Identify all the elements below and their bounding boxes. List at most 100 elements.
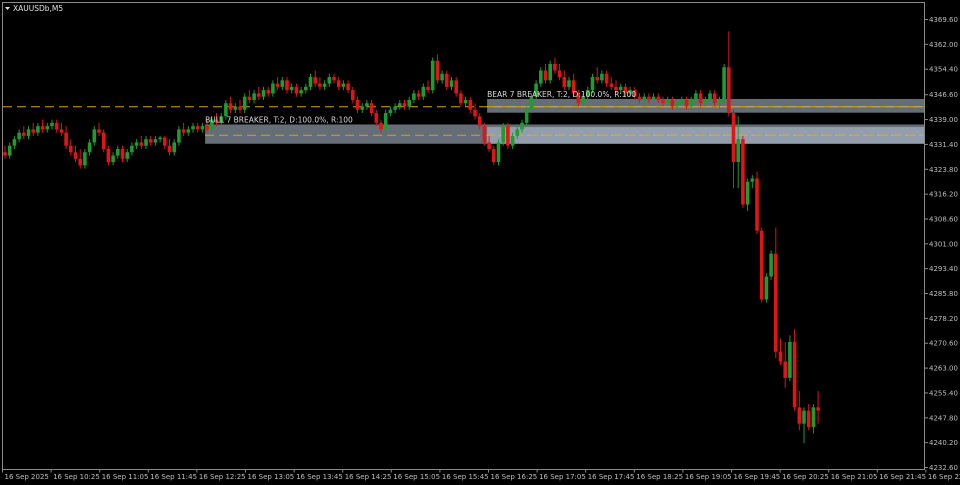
candle-body bbox=[257, 93, 261, 97]
candle-body bbox=[322, 83, 327, 87]
candle-body bbox=[562, 77, 567, 87]
candle-body bbox=[783, 361, 787, 378]
candle-body bbox=[36, 126, 40, 133]
candle-body bbox=[130, 145, 134, 153]
candle-body bbox=[346, 83, 350, 91]
candle-body bbox=[520, 122, 524, 130]
price-tick-label: 4240.20 bbox=[929, 439, 958, 447]
candlestick-chart[interactable]: BULL 7 BREAKER, T:2, D:100.0%, R:100 BEAR… bbox=[0, 0, 960, 485]
candle-body bbox=[459, 93, 463, 104]
time-tick-label: 16 Sep 13:05 bbox=[248, 473, 295, 481]
time-tick-label: 16 Sep 13:45 bbox=[296, 473, 343, 481]
time-tick-label: 16 Sep 12:25 bbox=[199, 473, 246, 481]
candle-body bbox=[285, 80, 289, 91]
candle-body bbox=[647, 96, 651, 100]
candle-body bbox=[383, 113, 388, 130]
candle-body bbox=[83, 152, 87, 166]
candle-body bbox=[637, 96, 642, 100]
candle[interactable] bbox=[496, 139, 501, 166]
candle-body bbox=[318, 83, 322, 87]
candle-body bbox=[755, 178, 759, 231]
price-tick-label: 4308.60 bbox=[929, 215, 958, 223]
candle[interactable] bbox=[548, 60, 552, 84]
candle-body bbox=[252, 93, 256, 100]
candle-body bbox=[440, 73, 444, 81]
price-tick-label: 4362.00 bbox=[929, 41, 958, 49]
candle-body bbox=[449, 80, 454, 87]
candle-body bbox=[45, 126, 50, 130]
price-tick-label: 4354.40 bbox=[929, 66, 958, 74]
candle-body bbox=[670, 99, 675, 107]
time-tick-label: 16 Sep 14:25 bbox=[345, 473, 392, 481]
candle[interactable] bbox=[764, 273, 769, 303]
candle[interactable] bbox=[759, 227, 764, 303]
candle-body bbox=[7, 145, 12, 156]
price-tick-label: 4255.40 bbox=[929, 389, 958, 397]
candle[interactable] bbox=[755, 171, 759, 235]
candle-body bbox=[59, 129, 64, 133]
candle-body bbox=[435, 60, 440, 81]
candle-body bbox=[332, 77, 336, 81]
candle-body bbox=[557, 70, 562, 78]
price-tick-label: 4285.80 bbox=[929, 290, 958, 298]
price-tick-label: 4270.60 bbox=[929, 340, 958, 348]
candle[interactable] bbox=[430, 57, 435, 94]
candle[interactable] bbox=[741, 135, 745, 208]
candle-body bbox=[50, 122, 54, 127]
candle-body bbox=[266, 90, 270, 94]
candle-body bbox=[642, 96, 646, 100]
candle[interactable] bbox=[482, 122, 487, 146]
candle-body bbox=[600, 73, 604, 81]
candle-body bbox=[172, 142, 176, 153]
candle-body bbox=[651, 96, 656, 100]
candle-body bbox=[177, 129, 181, 143]
candle-body bbox=[741, 139, 745, 205]
candle-body bbox=[87, 142, 92, 153]
price-tick-label: 4278.20 bbox=[929, 315, 958, 323]
price-tick-label: 4369.60 bbox=[929, 16, 958, 24]
candle-body bbox=[153, 139, 158, 143]
candle-body bbox=[336, 80, 341, 87]
candle-body bbox=[736, 139, 740, 163]
price-tick-label: 4293.40 bbox=[929, 265, 958, 273]
candle-body bbox=[774, 253, 778, 352]
candle-body bbox=[3, 152, 7, 156]
candle-body bbox=[548, 63, 552, 81]
candle-body bbox=[69, 145, 73, 153]
candle-body bbox=[665, 99, 670, 104]
candle-body bbox=[792, 341, 797, 408]
candle-body bbox=[163, 137, 167, 146]
price-tick-label: 4323.80 bbox=[929, 166, 958, 174]
candle-body bbox=[351, 90, 355, 100]
candle-body bbox=[299, 90, 303, 94]
candle-body bbox=[482, 126, 487, 143]
candle-body bbox=[233, 106, 238, 110]
candle[interactable] bbox=[769, 250, 773, 280]
candle-body bbox=[31, 129, 35, 133]
candle-body bbox=[148, 139, 153, 143]
candle-body bbox=[275, 83, 280, 87]
candle-body bbox=[402, 103, 407, 107]
candle-body bbox=[769, 253, 773, 277]
candle-body bbox=[510, 135, 515, 146]
candle[interactable] bbox=[501, 122, 505, 146]
candle-body bbox=[468, 99, 473, 110]
price-tick-label: 4263.00 bbox=[929, 365, 958, 373]
symbol-label[interactable]: XAUUSDb,M5 bbox=[13, 4, 63, 13]
candle-body bbox=[17, 132, 21, 140]
candle-body bbox=[811, 407, 816, 427]
candle[interactable] bbox=[722, 63, 726, 104]
candle-body bbox=[492, 148, 496, 163]
time-tick-label: 16 Sep 18:25 bbox=[636, 473, 683, 481]
candle-body bbox=[238, 106, 242, 110]
time-tick-label: 16 Sep 15:05 bbox=[393, 473, 440, 481]
candle-body bbox=[745, 181, 750, 205]
candle[interactable] bbox=[788, 335, 792, 382]
time-tick-label: 16 Sep 17:45 bbox=[588, 473, 635, 481]
candle-body bbox=[487, 142, 491, 149]
time-tick-label: 16 Sep 22:25 bbox=[928, 473, 960, 481]
candle-body bbox=[759, 230, 764, 300]
candle[interactable] bbox=[506, 122, 510, 149]
candle[interactable] bbox=[383, 109, 388, 133]
candle[interactable] bbox=[101, 129, 106, 153]
